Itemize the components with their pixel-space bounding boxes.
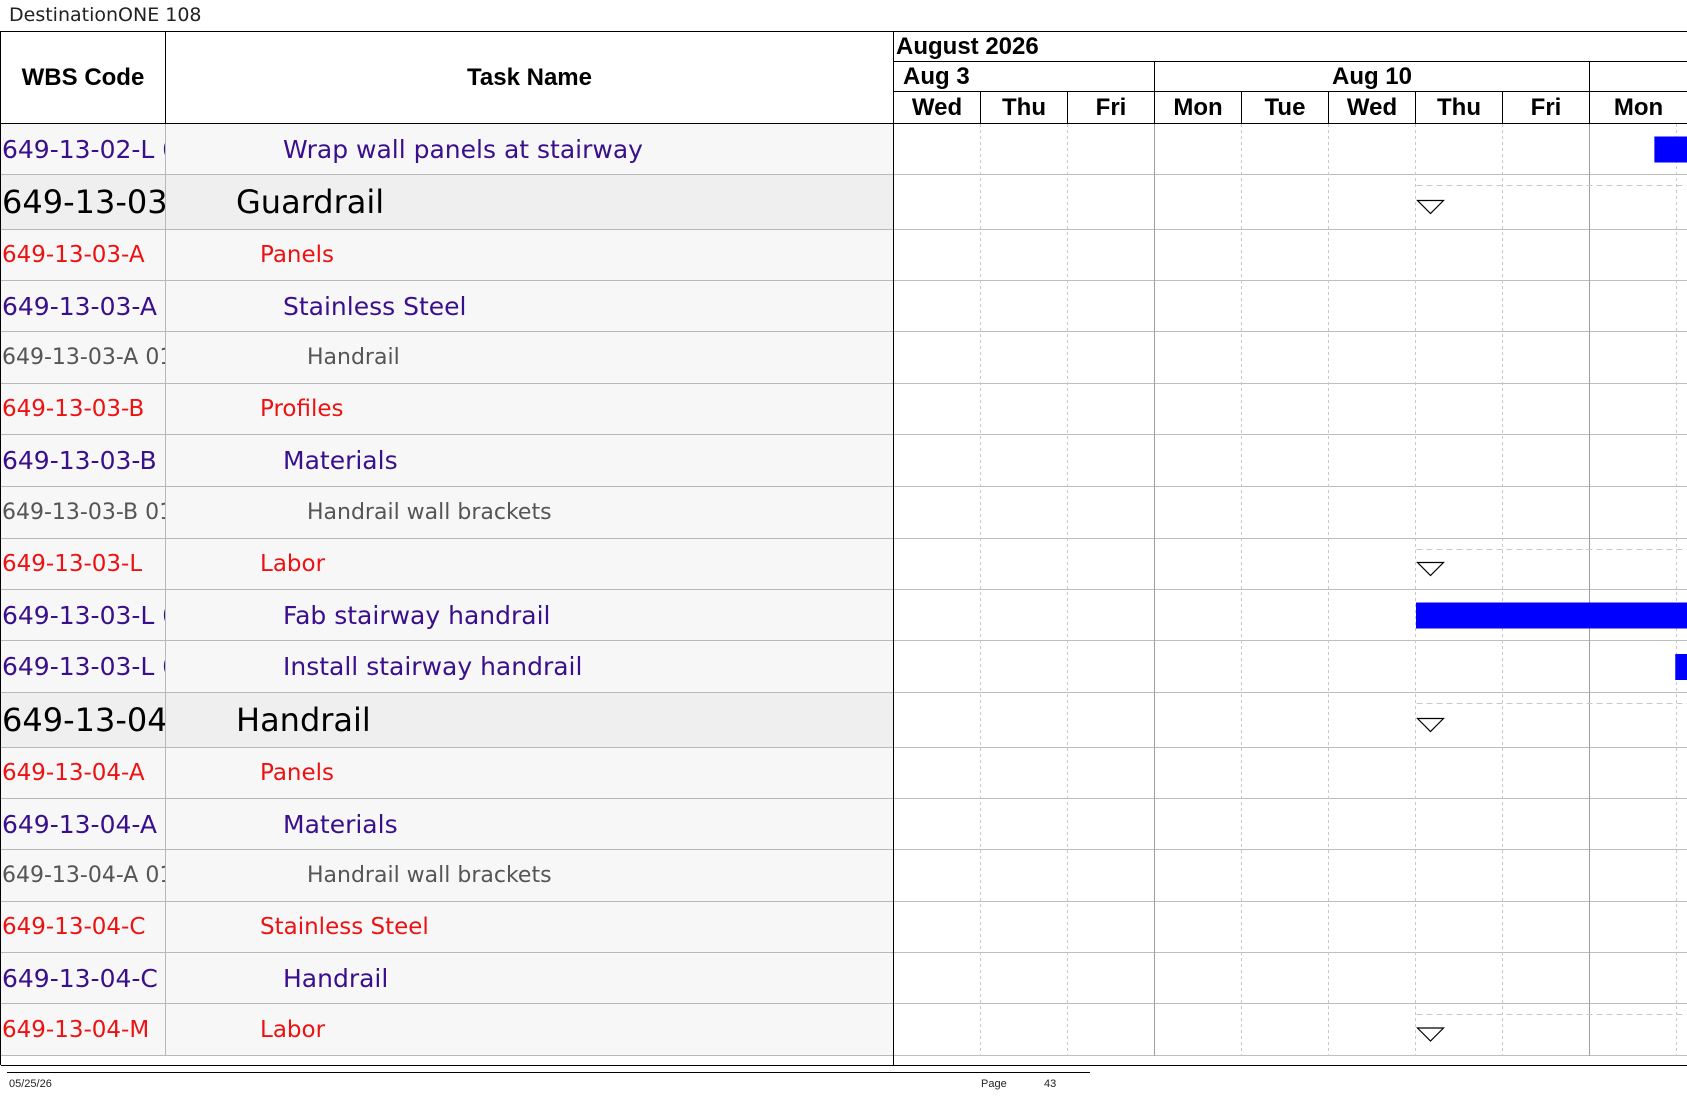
task-row[interactable]: 649-13-03-B 01 Handrail wall brackets <box>1 487 894 539</box>
task-row[interactable]: 649-13-02-L 0 Wrap wall panels at stairwa… <box>1 124 894 175</box>
task-row[interactable]: 649-13-03-B 0 Materials <box>1 435 894 487</box>
footer-page-label: Page <box>981 1078 1007 1090</box>
task-name-cell[interactable]: Materials <box>166 799 1010 849</box>
summary-start-marker <box>1416 199 1445 215</box>
task-bar <box>1654 136 1687 163</box>
summary-start-marker <box>1416 561 1445 577</box>
task-row[interactable]: 649-13-03 Guardrail <box>1 175 894 230</box>
timescale-day: Wed <box>894 92 981 124</box>
wbs-code-cell[interactable]: 649-13-04-A 0 <box>1 799 166 849</box>
wbs-code-cell[interactable]: 649-13-03-L 0 <box>1 641 166 692</box>
sheet-bottom-border <box>1 1065 1687 1066</box>
wbs-code-cell[interactable]: 649-13-04-M <box>1 1004 166 1055</box>
timescale-day: Mon <box>1590 92 1687 124</box>
task-name-cell[interactable]: Stainless Steel <box>166 902 987 952</box>
task-row[interactable]: 649-13-03-A 0 Stainless Steel <box>1 281 894 332</box>
task-row[interactable]: 649-13-03-A 01 Handrail <box>1 332 894 384</box>
wbs-code-cell[interactable]: 649-13-03-L 0 <box>1 590 166 640</box>
document-title: DestinationONE 108 <box>9 4 202 26</box>
task-name-cell[interactable]: Materials <box>166 435 1010 486</box>
wbs-code-cell[interactable]: 649-13-03-B 01 <box>1 487 166 538</box>
timescale-day: Fri <box>1503 92 1590 124</box>
task-row[interactable]: 649-13-03-A Panels <box>1 230 894 281</box>
task-row[interactable]: 649-13-04-M Labor <box>1 1004 894 1056</box>
task-row[interactable]: 649-13-04-C 0 Handrail <box>1 953 894 1004</box>
task-name-cell[interactable]: Profiles <box>166 384 987 434</box>
footer-date: 05/25/26 <box>9 1078 52 1090</box>
task-row[interactable]: 649-13-04-A 01 Handrail wall brackets <box>1 850 894 902</box>
wbs-code-column-header[interactable]: WBS Code <box>1 32 166 123</box>
task-name-cell[interactable]: Handrail <box>166 953 1010 1003</box>
wbs-code-cell[interactable]: 649-13-03-A <box>1 230 166 280</box>
gantt-sheet: WBS Code Task Name August 2026 Aug 3 Aug… <box>0 31 1687 1066</box>
wbs-code-cell[interactable]: 649-13-03 <box>1 175 166 229</box>
task-row[interactable]: 649-13-03-L Labor <box>1 539 894 590</box>
task-name-cell[interactable]: Guardrail <box>166 175 963 229</box>
timescale-day: Tue <box>1242 92 1329 124</box>
wbs-code-cell[interactable]: 649-13-04-C 0 <box>1 953 166 1003</box>
task-bar <box>1675 654 1687 680</box>
task-row[interactable]: 649-13-04-A 0 Materials <box>1 799 894 850</box>
timescale-week-3 <box>1590 62 1687 92</box>
wbs-code-cell[interactable]: 649-13-03-L <box>1 539 166 589</box>
task-name-cell[interactable]: Install stairway handrail <box>166 641 1010 692</box>
task-name-cell[interactable]: Panels <box>166 230 987 280</box>
timescale-day: Mon <box>1155 92 1242 124</box>
task-row[interactable]: 649-13-03-L 0 Install stairway handrail <box>1 641 894 693</box>
task-name-cell[interactable]: Handrail <box>166 693 963 747</box>
timescale-day: Fri <box>1068 92 1155 124</box>
task-name-cell[interactable]: Labor <box>166 1004 987 1055</box>
table-header: WBS Code Task Name <box>1 32 894 124</box>
task-name-cell[interactable]: Stainless Steel <box>166 281 1010 331</box>
task-name-cell[interactable]: Fab stairway handrail <box>166 590 1010 640</box>
wbs-code-cell[interactable]: 649-13-03-A 0 <box>1 281 166 331</box>
task-bar <box>1416 602 1687 629</box>
gantt-chart-area <box>894 124 1687 1056</box>
timescale-header: August 2026 Aug 3 Aug 10 Wed Thu Fri Mon Tue… <box>894 32 1687 124</box>
task-row[interactable]: 649-13-04-A Panels <box>1 748 894 799</box>
timescale-day: Thu <box>1416 92 1503 124</box>
task-name-column-header[interactable]: Task Name <box>166 32 893 123</box>
timescale-month: August 2026 <box>894 32 1687 62</box>
wbs-code-cell[interactable]: 649-13-02-L 0 <box>1 124 166 174</box>
task-row[interactable]: 649-13-03-B Profiles <box>1 384 894 435</box>
timescale-day: Wed <box>1329 92 1416 124</box>
wbs-code-cell[interactable]: 649-13-03-B <box>1 384 166 434</box>
timescale-week-2: Aug 10 <box>1155 62 1590 92</box>
wbs-code-cell[interactable]: 649-13-03-B 0 <box>1 435 166 486</box>
footer-page-number: 43 <box>1044 1078 1057 1090</box>
wbs-code-cell[interactable]: 649-13-04-A 01 <box>1 850 166 901</box>
timescale-day: Thu <box>981 92 1068 124</box>
task-row[interactable]: 649-13-03-L 0 Fab stairway handrail <box>1 590 894 641</box>
task-name-cell[interactable]: Wrap wall panels at stairway <box>166 124 1010 174</box>
summary-start-marker <box>1416 717 1445 733</box>
wbs-code-cell[interactable]: 649-13-04-C <box>1 902 166 952</box>
task-name-cell[interactable]: Labor <box>166 539 987 589</box>
timescale-week-1: Aug 3 <box>894 62 1155 92</box>
wbs-code-cell[interactable]: 649-13-03-A 01 <box>1 332 166 383</box>
summary-start-marker <box>1416 1027 1445 1042</box>
wbs-code-cell[interactable]: 649-13-04-A <box>1 748 166 798</box>
footer-divider <box>7 1072 1090 1073</box>
task-row[interactable]: 649-13-04-C Stainless Steel <box>1 902 894 953</box>
wbs-code-cell[interactable]: 649-13-04 <box>1 693 166 747</box>
task-row[interactable]: 649-13-04 Handrail <box>1 693 894 748</box>
task-name-cell[interactable]: Panels <box>166 748 987 798</box>
